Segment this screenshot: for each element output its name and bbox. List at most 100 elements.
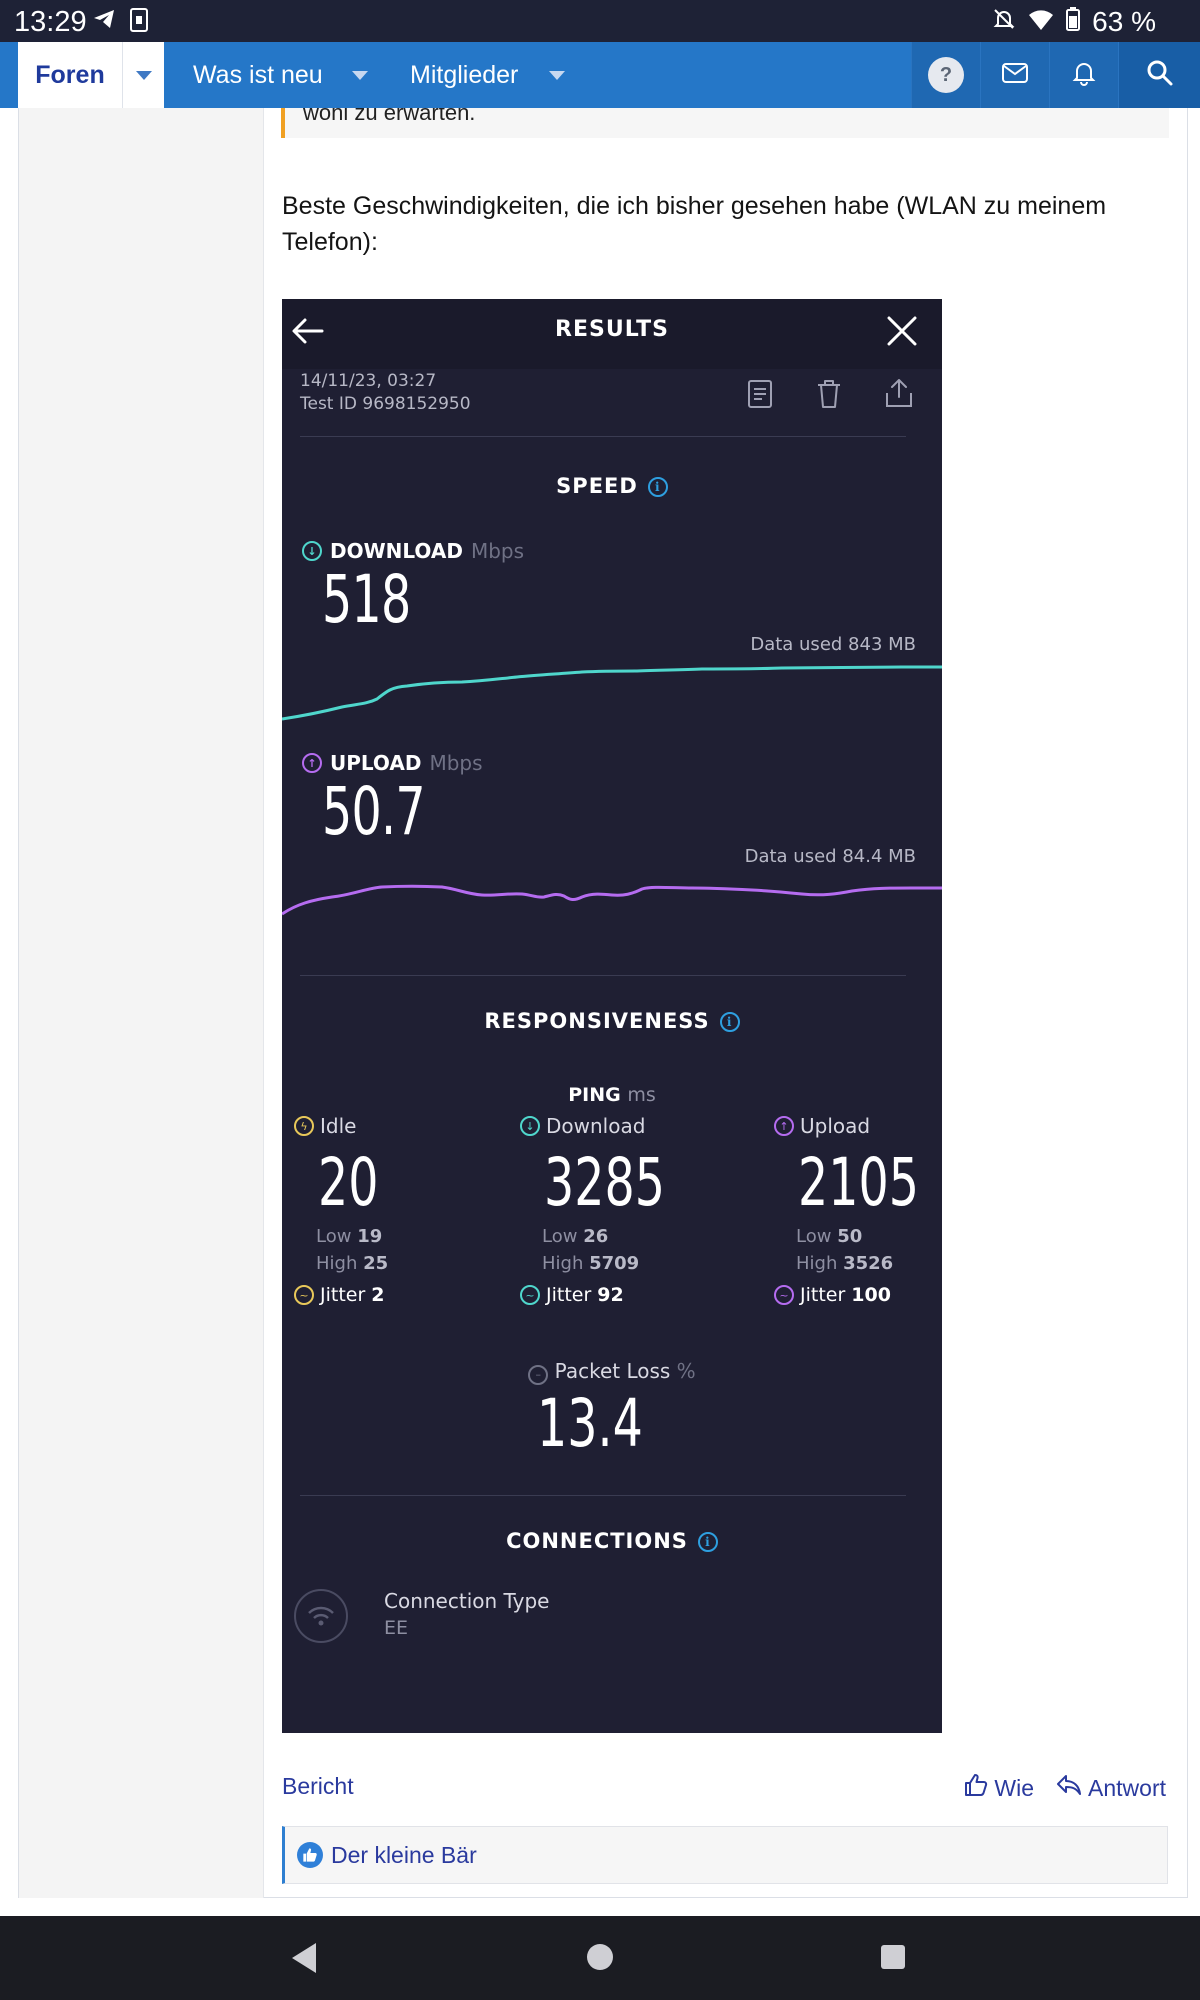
packet-loss-label: Packet Loss — [554, 1359, 671, 1383]
close-icon — [884, 313, 920, 353]
download-value: 518 — [322, 561, 411, 638]
mute-icon — [992, 6, 1016, 38]
nav-members-tab[interactable]: Mitglieder — [410, 42, 518, 108]
ping-idle-label: Idle — [320, 1114, 357, 1138]
ping-heading: PING ms — [282, 1084, 942, 1106]
connections-section-heading: CONNECTIONS i — [282, 1529, 942, 1553]
ping-upload-low-value: 50 — [837, 1226, 863, 1247]
ping-upload-jitter-value: 100 — [851, 1284, 891, 1306]
search-button[interactable] — [1118, 42, 1200, 108]
telegram-icon — [92, 8, 116, 37]
post-actions: Bericht Wie Antwort — [282, 1773, 1166, 1813]
connections-section-label: CONNECTIONS — [506, 1529, 688, 1553]
divider — [300, 1495, 906, 1496]
reactions-bar[interactable]: Der kleine Bär — [282, 1826, 1168, 1884]
wifi-icon — [1028, 6, 1054, 38]
wifi-icon — [294, 1589, 348, 1643]
download-label: ↓ DOWNLOAD Mbps — [302, 539, 524, 563]
battery-icon — [1066, 6, 1081, 38]
ping-download-label: Download — [546, 1114, 646, 1138]
ping-download-high-value: 5709 — [589, 1253, 640, 1274]
ping-idle-high-value: 25 — [363, 1253, 389, 1274]
wave-icon: ~ — [774, 1285, 794, 1305]
info-icon: i — [697, 1532, 718, 1552]
ping-upload-low: Low 50 — [796, 1226, 942, 1247]
minus-circle-icon: – — [528, 1364, 549, 1385]
low-label: Low — [316, 1226, 352, 1247]
upload-unit: Mbps — [429, 751, 483, 775]
high-label: High — [316, 1253, 358, 1274]
help-button[interactable]: ? — [911, 42, 980, 108]
ping-idle-jitter-value: 2 — [371, 1284, 385, 1306]
battery-percent: 63 % — [1092, 6, 1156, 37]
chevron-down-icon — [549, 70, 565, 80]
nav-whats-new-tab[interactable]: Was ist neu — [193, 42, 323, 108]
ping-idle-jitter: ~ Jitter 2 — [294, 1284, 494, 1306]
nav-forums-dropdown[interactable] — [122, 42, 164, 108]
nav-forums-tab[interactable]: Foren — [18, 42, 122, 108]
trash-icon — [815, 378, 843, 414]
inbox-icon — [1001, 62, 1029, 89]
chevron-down-icon — [352, 70, 368, 80]
responsiveness-section-label: RESPONSIVENESS — [484, 1009, 710, 1033]
packet-loss-value: 13.4 — [537, 1385, 643, 1462]
ping-download-column: ↓ Download 3285 Low 26 High 5709 ~ Jitte… — [520, 1114, 720, 1306]
ping-upload-value: 2105 — [798, 1144, 919, 1221]
jitter-label: Jitter — [800, 1284, 846, 1306]
back-icon[interactable] — [292, 1943, 316, 1973]
upload-speed-graph — [282, 884, 942, 916]
reaction-user-link[interactable]: Der kleine Bär — [331, 1842, 477, 1869]
high-label: High — [542, 1253, 584, 1274]
packet-loss-unit: % — [676, 1359, 696, 1383]
download-label-text: DOWNLOAD — [330, 539, 463, 563]
home-icon[interactable] — [587, 1944, 613, 1970]
like-button[interactable]: Wie — [964, 1773, 1034, 1803]
report-link[interactable]: Bericht — [282, 1773, 354, 1800]
forum-navbar: Foren Was ist neu Mitglieder ? — [0, 42, 1200, 108]
arrow-up-icon: ↑ — [774, 1116, 794, 1136]
packet-loss-heading: – Packet Loss % — [282, 1359, 942, 1385]
reply-button[interactable]: Antwort — [1056, 1774, 1166, 1802]
ping-idle-value: 20 — [318, 1144, 379, 1221]
quote-text: wohl zu erwarten. — [303, 108, 476, 125]
ping-upload-column: ↑ Upload 2105 Low 50 High 3526 ~ Jitter … — [774, 1114, 942, 1306]
ping-upload-jitter: ~ Jitter 100 — [774, 1284, 942, 1306]
like-reaction-icon — [297, 1842, 323, 1868]
ping-download-low: Low 26 — [542, 1226, 720, 1247]
ping-upload-head: ↑ Upload — [774, 1114, 942, 1138]
thumbs-up-icon — [964, 1773, 988, 1803]
arrow-down-icon: ↓ — [302, 541, 322, 561]
ping-idle-head: ϟ Idle — [294, 1114, 494, 1138]
status-left-icons — [92, 8, 148, 37]
sim-icon — [130, 8, 148, 37]
ping-download-low-value: 26 — [583, 1226, 609, 1247]
nav-members-dropdown[interactable] — [549, 42, 565, 108]
recents-icon[interactable] — [881, 1945, 905, 1969]
high-label: High — [796, 1253, 838, 1274]
info-icon: i — [647, 477, 668, 497]
ping-download-head: ↓ Download — [520, 1114, 720, 1138]
upload-value: 50.7 — [322, 773, 426, 850]
connection-type-value: EE — [384, 1617, 409, 1639]
alerts-button[interactable] — [1049, 42, 1118, 108]
ping-download-value: 3285 — [544, 1144, 665, 1221]
download-unit: Mbps — [470, 539, 525, 563]
inbox-button[interactable] — [980, 42, 1049, 108]
ping-upload-label: Upload — [800, 1114, 871, 1138]
share-icon — [884, 377, 914, 413]
speedtest-screenshot[interactable]: RESULTS 14/11/23, 03:27 Test ID 96981529… — [282, 299, 942, 1733]
ping-idle-low-value: 19 — [357, 1226, 383, 1247]
upload-label-text: UPLOAD — [330, 751, 422, 775]
post-container: wohl zu erwarten. Beste Geschwindigkeite… — [18, 108, 1188, 1898]
ping-idle-low: Low 19 — [316, 1226, 494, 1247]
like-label: Wie — [994, 1774, 1035, 1801]
arrow-down-icon: ↓ — [520, 1116, 540, 1136]
quote-block: wohl zu erwarten. — [281, 108, 1169, 138]
ping-download-jitter-value: 92 — [597, 1284, 624, 1306]
test-id: Test ID 9698152950 — [300, 394, 471, 414]
status-right: 63 % — [992, 6, 1156, 38]
nav-whats-new-dropdown[interactable] — [352, 42, 368, 108]
nav-members-label: Mitglieder — [410, 60, 519, 89]
divider — [300, 436, 906, 437]
ping-idle-column: ϟ Idle 20 Low 19 High 25 ~ Jitter 2 — [294, 1114, 494, 1306]
